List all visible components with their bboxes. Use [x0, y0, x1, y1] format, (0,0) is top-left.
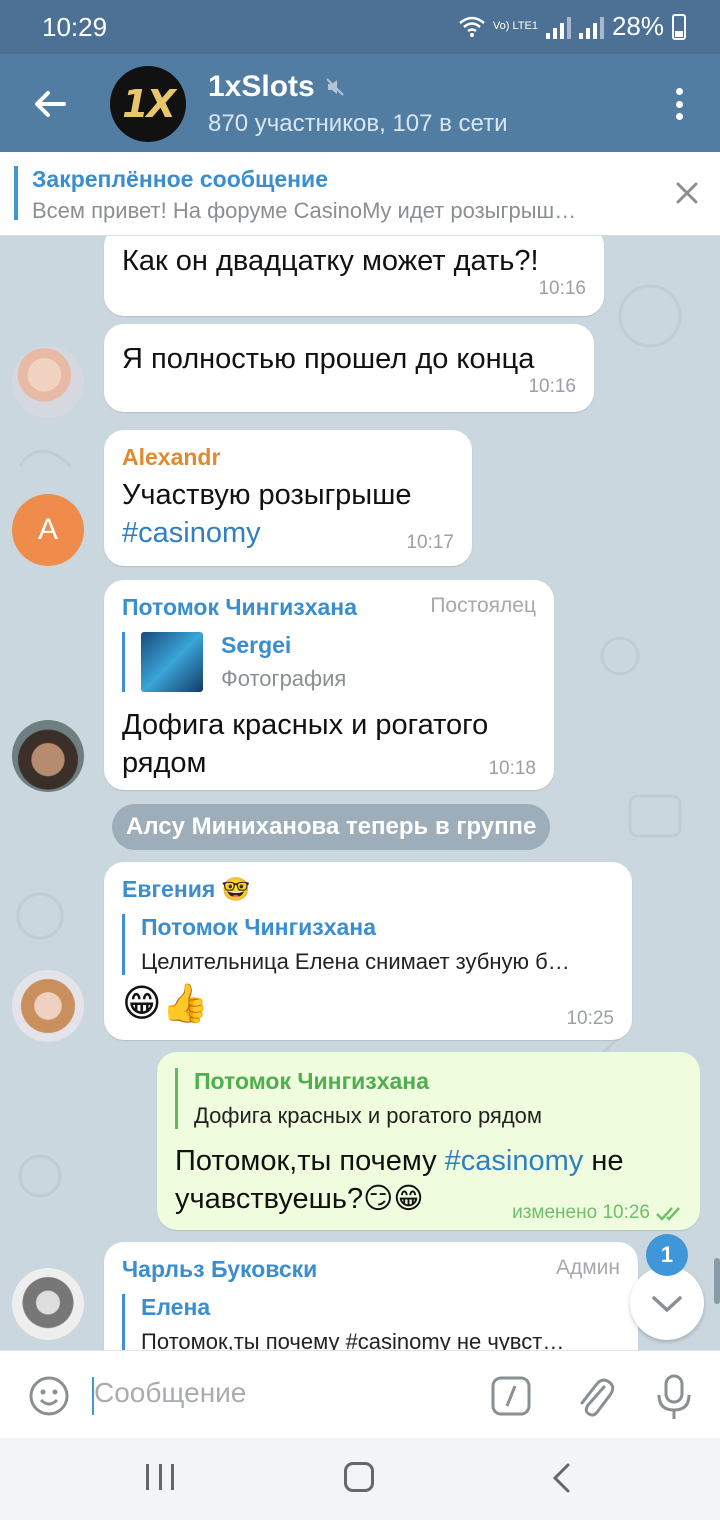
avatar-woman[interactable]	[12, 970, 84, 1042]
message-input[interactable]: Сообщение	[94, 1377, 246, 1409]
reply-quote[interactable]: Потомок Чингизхана Целительница Елена сн…	[122, 914, 602, 975]
message-bubble[interactable]: Alexandr Участвую розыгрыше #casinomy 10…	[104, 430, 472, 566]
message-text: Дофига красных и рогатого рядом	[122, 709, 489, 779]
message-time: 10:16	[528, 376, 576, 397]
reply-quote[interactable]: Елена Потомок,ты почему #casinomy не чув…	[122, 1294, 612, 1350]
battery-percent: 28%	[611, 11, 664, 41]
avatar-letter-text: A	[37, 513, 58, 546]
reply-quote[interactable]: Потомок Чингизхана Дофига красных и рога…	[175, 1068, 675, 1129]
pinned-title: Закреплённое сообщение	[32, 166, 328, 192]
hashtag-link[interactable]: #casinomy	[122, 517, 261, 549]
message-text: Я полностью прошел до конца	[122, 343, 535, 375]
group-logo: 1X	[122, 82, 176, 126]
chevron-down-icon	[652, 1296, 682, 1313]
message-bubble[interactable]: Евгения 🤓 Потомок Чингизхана Целительниц…	[104, 862, 632, 1040]
battery-icon	[672, 13, 686, 40]
back-arrow-icon[interactable]	[30, 84, 70, 124]
sender-name[interactable]: Чарльз Буковски	[122, 1256, 317, 1283]
message-list[interactable]: Как он двадцатку может дать?! 10:16 Я по…	[0, 236, 720, 1350]
status-bar: 10:29 Vo) LTE1 28%	[0, 0, 720, 54]
double-check-icon	[656, 1207, 680, 1221]
attach-icon[interactable]	[574, 1373, 616, 1419]
message-bubble[interactable]: Как он двадцатку может дать?! 10:16	[104, 236, 604, 316]
reply-name: Потомок Чингизхана	[141, 914, 376, 940]
signal-icon-2	[578, 15, 604, 39]
message-text: Как он двадцатку может дать?!	[122, 245, 539, 277]
status-icons: Vo) LTE1 28%	[459, 11, 686, 42]
sender-name[interactable]: Alexandr	[122, 444, 220, 471]
chat-subtitle: 870 участников, 107 в сети	[208, 110, 508, 137]
scroll-down-button[interactable]	[630, 1266, 704, 1340]
reply-text: Целительница Елена снимает зубную б…	[141, 949, 570, 974]
reply-text: Дофига красных и рогатого рядом	[194, 1103, 543, 1128]
avatar-man[interactable]	[12, 720, 84, 792]
home-icon[interactable]	[344, 1462, 374, 1492]
service-message: Алсу Миниханова теперь в группе	[112, 804, 551, 850]
signal-icon	[545, 15, 571, 39]
chat-header: 1X 1xSlots 870 участников, 107 в сети	[0, 54, 720, 152]
recent-apps-icon[interactable]	[146, 1464, 174, 1492]
avatar-baby[interactable]	[12, 346, 84, 418]
sender-name[interactable]: Евгения 🤓	[122, 876, 250, 903]
message-time: 10:18	[488, 758, 536, 779]
message-time: 10:16	[538, 278, 586, 299]
message-input-bar: Сообщение	[0, 1350, 720, 1438]
sender-name-text: Евгения	[122, 876, 216, 902]
more-menu-icon[interactable]	[676, 88, 684, 120]
reply-text: Фотография	[221, 666, 347, 691]
scrollbar-thumb[interactable]	[714, 1258, 720, 1304]
reply-name: Sergei	[221, 632, 292, 658]
chat-title: 1xSlots	[208, 70, 315, 103]
pinned-accent-bar	[14, 166, 18, 220]
close-icon[interactable]	[674, 180, 700, 206]
group-avatar[interactable]: 1X	[110, 66, 186, 142]
member-tag: Постоялец	[430, 594, 536, 617]
sender-name[interactable]: Потомок Чингизхана	[122, 594, 357, 621]
volte-indicator: Vo) LTE1	[492, 20, 538, 32]
message-text-plain: Участвую розыгрыше	[122, 479, 412, 511]
message-bubble[interactable]: Я полностью прошел до конца 10:16	[104, 324, 594, 412]
pinned-text: Всем привет! На форуме CasinoMy идет роз…	[32, 198, 577, 223]
message-text: 😁👍	[122, 983, 209, 1025]
status-time: 10:29	[42, 12, 108, 42]
system-navigation-bar	[0, 1438, 720, 1520]
message-time: изменено 10:26	[512, 1202, 686, 1224]
message-text-plain: Потомок,ты почему	[175, 1145, 445, 1177]
reply-name: Елена	[141, 1294, 211, 1320]
chat-title-row[interactable]: 1xSlots	[208, 70, 345, 104]
avatar-letter[interactable]: A	[12, 494, 84, 566]
message-time: 10:17	[406, 532, 454, 553]
admin-tag: Админ	[555, 1256, 620, 1279]
emoji-icon[interactable]	[28, 1375, 70, 1417]
back-nav-icon[interactable]	[548, 1462, 576, 1494]
message-bubble[interactable]: Чарльз Буковски Админ Елена Потомок,ты п…	[104, 1242, 638, 1350]
wifi-icon	[459, 16, 485, 37]
pinned-message[interactable]: Закреплённое сообщение Всем привет! На ф…	[0, 152, 720, 236]
sender-emoji: 🤓	[221, 876, 251, 902]
message-edited-time: изменено 10:26	[512, 1202, 650, 1223]
message-time: 10:25	[566, 1008, 614, 1029]
reply-text: Потомок,ты почему #casinomy не чувст…	[141, 1329, 565, 1350]
reply-quote[interactable]: Sergei Фотография	[122, 632, 522, 692]
unread-badge: 1	[646, 1234, 688, 1276]
mute-icon	[326, 78, 344, 96]
avatar-old-man[interactable]	[12, 1268, 84, 1340]
outgoing-message-bubble[interactable]: Потомок Чингизхана Дофига красных и рога…	[157, 1052, 700, 1230]
bot-command-icon[interactable]	[490, 1375, 532, 1417]
reply-thumbnail	[141, 632, 203, 692]
reply-name: Потомок Чингизхана	[194, 1068, 429, 1094]
message-bubble[interactable]: Потомок Чингизхана Постоялец Sergei Фото…	[104, 580, 554, 790]
hashtag-link[interactable]: #casinomy	[445, 1145, 584, 1177]
microphone-icon[interactable]	[656, 1373, 692, 1421]
